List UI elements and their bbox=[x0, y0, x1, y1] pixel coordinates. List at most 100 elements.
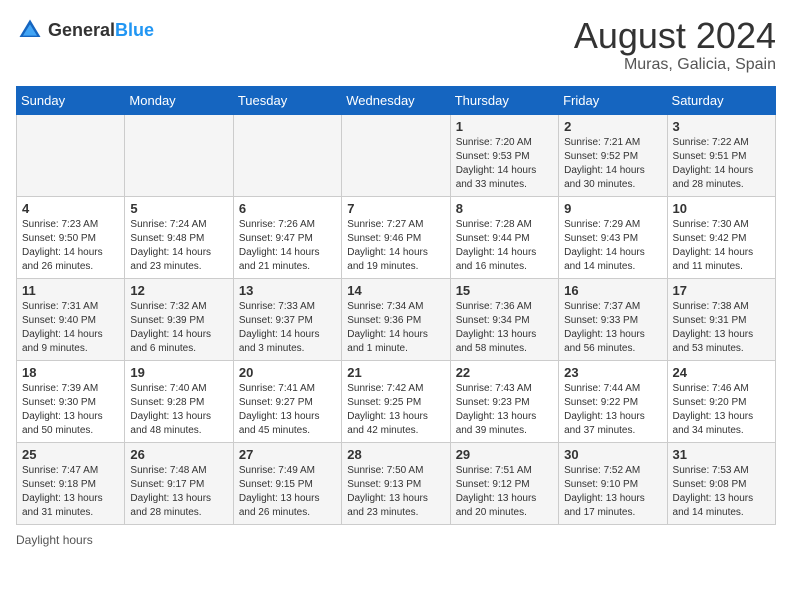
day-number: 10 bbox=[673, 201, 770, 216]
day-number: 18 bbox=[22, 365, 119, 380]
day-info: Sunrise: 7:21 AM Sunset: 9:52 PM Dayligh… bbox=[564, 136, 661, 192]
day-number: 26 bbox=[130, 447, 227, 462]
day-number: 28 bbox=[347, 447, 444, 462]
day-number: 7 bbox=[347, 201, 444, 216]
calendar-cell: 24 Sunrise: 7:46 AM Sunset: 9:20 PM Dayli… bbox=[667, 360, 775, 442]
day-info: Sunrise: 7:32 AM Sunset: 9:39 PM Dayligh… bbox=[130, 300, 227, 356]
day-info: Sunrise: 7:46 AM Sunset: 9:20 PM Dayligh… bbox=[673, 382, 770, 438]
day-number: 2 bbox=[564, 119, 661, 134]
day-number: 4 bbox=[22, 201, 119, 216]
day-info: Sunrise: 7:50 AM Sunset: 9:13 PM Dayligh… bbox=[347, 464, 444, 520]
day-info: Sunrise: 7:49 AM Sunset: 9:15 PM Dayligh… bbox=[239, 464, 336, 520]
day-info: Sunrise: 7:26 AM Sunset: 9:47 PM Dayligh… bbox=[239, 218, 336, 274]
calendar-body: 1 Sunrise: 7:20 AM Sunset: 9:53 PM Daylig… bbox=[17, 114, 776, 524]
calendar-week-5: 25 Sunrise: 7:47 AM Sunset: 9:18 PM Dayli… bbox=[17, 442, 776, 524]
day-number: 16 bbox=[564, 283, 661, 298]
calendar-cell: 16 Sunrise: 7:37 AM Sunset: 9:33 PM Dayli… bbox=[559, 278, 667, 360]
day-number: 24 bbox=[673, 365, 770, 380]
day-info: Sunrise: 7:37 AM Sunset: 9:33 PM Dayligh… bbox=[564, 300, 661, 356]
calendar-cell: 5 Sunrise: 7:24 AM Sunset: 9:48 PM Daylig… bbox=[125, 196, 233, 278]
day-number: 22 bbox=[456, 365, 553, 380]
day-info: Sunrise: 7:28 AM Sunset: 9:44 PM Dayligh… bbox=[456, 218, 553, 274]
calendar-cell: 15 Sunrise: 7:36 AM Sunset: 9:34 PM Dayli… bbox=[450, 278, 558, 360]
calendar-cell: 10 Sunrise: 7:30 AM Sunset: 9:42 PM Dayli… bbox=[667, 196, 775, 278]
day-number: 30 bbox=[564, 447, 661, 462]
day-info: Sunrise: 7:20 AM Sunset: 9:53 PM Dayligh… bbox=[456, 136, 553, 192]
calendar-header: Sunday Monday Tuesday Wednesday Thursday… bbox=[17, 86, 776, 114]
day-info: Sunrise: 7:27 AM Sunset: 9:46 PM Dayligh… bbox=[347, 218, 444, 274]
day-number: 31 bbox=[673, 447, 770, 462]
day-info: Sunrise: 7:33 AM Sunset: 9:37 PM Dayligh… bbox=[239, 300, 336, 356]
day-info: Sunrise: 7:22 AM Sunset: 9:51 PM Dayligh… bbox=[673, 136, 770, 192]
day-info: Sunrise: 7:40 AM Sunset: 9:28 PM Dayligh… bbox=[130, 382, 227, 438]
day-number: 21 bbox=[347, 365, 444, 380]
calendar-cell: 8Sunrise: 7:28 AM Sunset: 9:44 PM Daylig… bbox=[450, 196, 558, 278]
calendar-cell: 18Sunrise: 7:39 AM Sunset: 9:30 PM Dayli… bbox=[17, 360, 125, 442]
day-number: 5 bbox=[130, 201, 227, 216]
logo-general: General bbox=[48, 20, 115, 40]
day-info: Sunrise: 7:24 AM Sunset: 9:48 PM Dayligh… bbox=[130, 218, 227, 274]
calendar-cell: 17Sunrise: 7:38 AM Sunset: 9:31 PM Dayli… bbox=[667, 278, 775, 360]
calendar-cell: 21 Sunrise: 7:42 AM Sunset: 9:25 PM Dayli… bbox=[342, 360, 450, 442]
day-number: 20 bbox=[239, 365, 336, 380]
day-number: 25 bbox=[22, 447, 119, 462]
calendar-table: Sunday Monday Tuesday Wednesday Thursday… bbox=[16, 86, 776, 525]
header-thursday: Thursday bbox=[450, 86, 558, 114]
calendar-cell: 27Sunrise: 7:49 AM Sunset: 9:15 PM Dayli… bbox=[233, 442, 341, 524]
calendar-cell: 1 Sunrise: 7:20 AM Sunset: 9:53 PM Daylig… bbox=[450, 114, 558, 196]
day-info: Sunrise: 7:29 AM Sunset: 9:43 PM Dayligh… bbox=[564, 218, 661, 274]
header-row: Sunday Monday Tuesday Wednesday Thursday… bbox=[17, 86, 776, 114]
day-info: Sunrise: 7:34 AM Sunset: 9:36 PM Dayligh… bbox=[347, 300, 444, 356]
day-info: Sunrise: 7:51 AM Sunset: 9:12 PM Dayligh… bbox=[456, 464, 553, 520]
header-saturday: Saturday bbox=[667, 86, 775, 114]
day-info: Sunrise: 7:23 AM Sunset: 9:50 PM Dayligh… bbox=[22, 218, 119, 274]
calendar-cell: 30 Sunrise: 7:52 AM Sunset: 9:10 PM Dayli… bbox=[559, 442, 667, 524]
day-info: Sunrise: 7:52 AM Sunset: 9:10 PM Dayligh… bbox=[564, 464, 661, 520]
day-number: 14 bbox=[347, 283, 444, 298]
header-monday: Monday bbox=[125, 86, 233, 114]
day-info: Sunrise: 7:41 AM Sunset: 9:27 PM Dayligh… bbox=[239, 382, 336, 438]
calendar-cell: 31 Sunrise: 7:53 AM Sunset: 9:08 PM Dayli… bbox=[667, 442, 775, 524]
day-info: Sunrise: 7:42 AM Sunset: 9:25 PM Dayligh… bbox=[347, 382, 444, 438]
title-block: August 2024 Muras, Galicia, Spain bbox=[574, 16, 776, 74]
day-number: 12 bbox=[130, 283, 227, 298]
calendar-cell: 6Sunrise: 7:26 AM Sunset: 9:47 PM Daylig… bbox=[233, 196, 341, 278]
calendar-cell: 20 Sunrise: 7:41 AM Sunset: 9:27 PM Dayli… bbox=[233, 360, 341, 442]
calendar-cell: 12 Sunrise: 7:32 AM Sunset: 9:39 PM Dayli… bbox=[125, 278, 233, 360]
logo-icon bbox=[16, 16, 44, 44]
calendar-cell: 23Sunrise: 7:44 AM Sunset: 9:22 PM Dayli… bbox=[559, 360, 667, 442]
calendar-week-4: 18Sunrise: 7:39 AM Sunset: 9:30 PM Dayli… bbox=[17, 360, 776, 442]
day-number: 1 bbox=[456, 119, 553, 134]
logo-blue: Blue bbox=[115, 20, 154, 40]
main-title: August 2024 bbox=[574, 16, 776, 56]
day-info: Sunrise: 7:47 AM Sunset: 9:18 PM Dayligh… bbox=[22, 464, 119, 520]
header-friday: Friday bbox=[559, 86, 667, 114]
day-number: 15 bbox=[456, 283, 553, 298]
day-info: Sunrise: 7:53 AM Sunset: 9:08 PM Dayligh… bbox=[673, 464, 770, 520]
day-number: 3 bbox=[673, 119, 770, 134]
day-info: Sunrise: 7:30 AM Sunset: 9:42 PM Dayligh… bbox=[673, 218, 770, 274]
header-tuesday: Tuesday bbox=[233, 86, 341, 114]
calendar-cell: 14 Sunrise: 7:34 AM Sunset: 9:36 PM Dayli… bbox=[342, 278, 450, 360]
day-info: Sunrise: 7:48 AM Sunset: 9:17 PM Dayligh… bbox=[130, 464, 227, 520]
calendar-cell bbox=[342, 114, 450, 196]
day-info: Sunrise: 7:31 AM Sunset: 9:40 PM Dayligh… bbox=[22, 300, 119, 356]
day-info: Sunrise: 7:44 AM Sunset: 9:22 PM Dayligh… bbox=[564, 382, 661, 438]
calendar-cell: 25 Sunrise: 7:47 AM Sunset: 9:18 PM Dayli… bbox=[17, 442, 125, 524]
calendar-week-1: 1 Sunrise: 7:20 AM Sunset: 9:53 PM Daylig… bbox=[17, 114, 776, 196]
calendar-cell: 28 Sunrise: 7:50 AM Sunset: 9:13 PM Dayli… bbox=[342, 442, 450, 524]
calendar-cell: 9Sunrise: 7:29 AM Sunset: 9:43 PM Daylig… bbox=[559, 196, 667, 278]
calendar-cell: 4 Sunrise: 7:23 AM Sunset: 9:50 PM Daylig… bbox=[17, 196, 125, 278]
calendar-cell: 7 Sunrise: 7:27 AM Sunset: 9:46 PM Daylig… bbox=[342, 196, 450, 278]
logo: GeneralBlue bbox=[16, 16, 154, 44]
calendar-cell: 11 Sunrise: 7:31 AM Sunset: 9:40 PM Dayli… bbox=[17, 278, 125, 360]
day-number: 11 bbox=[22, 283, 119, 298]
calendar-cell bbox=[17, 114, 125, 196]
calendar-cell: 19Sunrise: 7:40 AM Sunset: 9:28 PM Dayli… bbox=[125, 360, 233, 442]
page-header: GeneralBlue August 2024 Muras, Galicia, … bbox=[16, 16, 776, 74]
header-wednesday: Wednesday bbox=[342, 86, 450, 114]
day-info: Sunrise: 7:38 AM Sunset: 9:31 PM Dayligh… bbox=[673, 300, 770, 356]
day-number: 13 bbox=[239, 283, 336, 298]
day-info: Sunrise: 7:36 AM Sunset: 9:34 PM Dayligh… bbox=[456, 300, 553, 356]
calendar-week-2: 4 Sunrise: 7:23 AM Sunset: 9:50 PM Daylig… bbox=[17, 196, 776, 278]
